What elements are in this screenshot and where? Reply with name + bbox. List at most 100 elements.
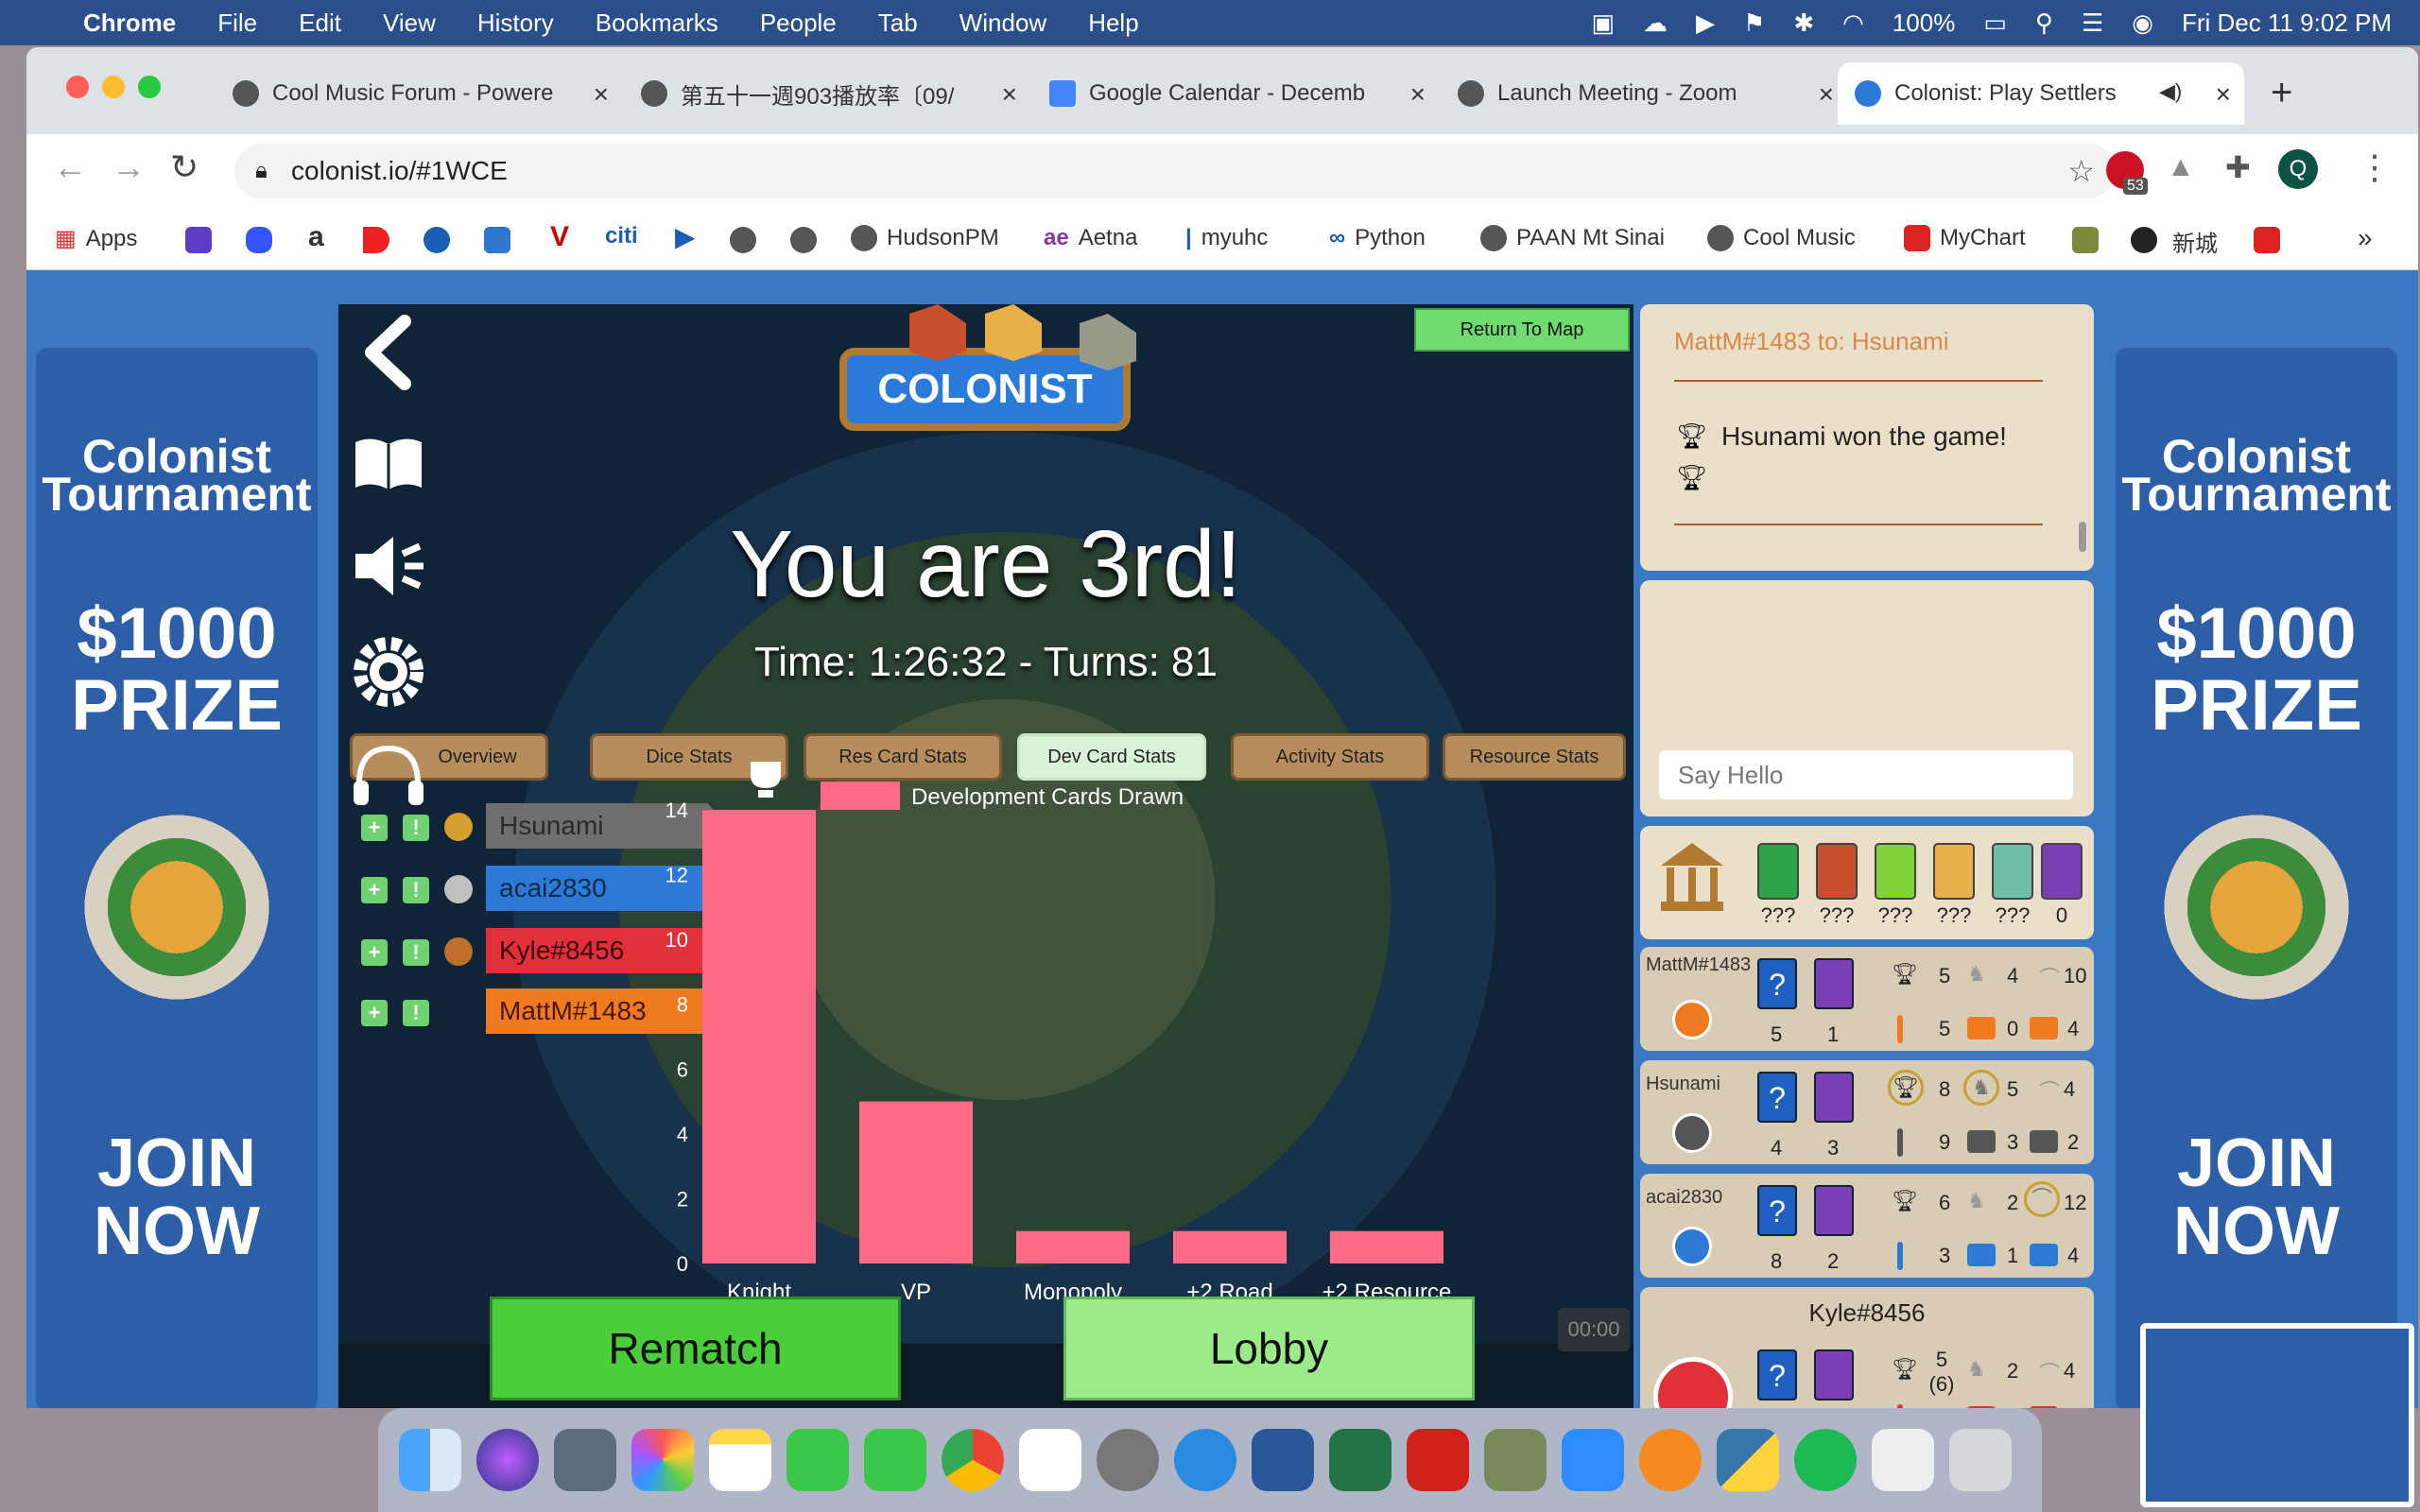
- menu-window[interactable]: Window: [959, 9, 1046, 38]
- play-bookmark-icon[interactable]: ▶: [675, 221, 696, 252]
- photos-icon[interactable]: [631, 1429, 694, 1491]
- v-icon[interactable]: V: [550, 221, 569, 253]
- trash-icon[interactable]: [1949, 1429, 2012, 1491]
- news-bookmark-icon[interactable]: [2254, 227, 2280, 253]
- menu-bookmarks[interactable]: Bookmarks: [596, 9, 718, 38]
- add-icon[interactable]: +: [361, 939, 388, 966]
- alert-icon[interactable]: !: [403, 877, 429, 903]
- lobby-button[interactable]: Lobby: [1063, 1297, 1475, 1400]
- amex-icon[interactable]: [484, 227, 510, 253]
- system-preferences-icon[interactable]: [1097, 1429, 1159, 1491]
- rematch-button[interactable]: Rematch: [490, 1297, 901, 1400]
- app-orange-icon[interactable]: [1639, 1429, 1702, 1491]
- zoom-window-button[interactable]: [138, 76, 161, 98]
- arrow-icon[interactable]: [363, 227, 389, 253]
- cloud-icon[interactable]: ☁: [1643, 9, 1668, 38]
- tab-google-calendar[interactable]: Google Calendar - Decemb ×: [1032, 62, 1439, 125]
- globe-bookmark-icon[interactable]: [790, 227, 817, 253]
- spotify-icon[interactable]: [1794, 1429, 1857, 1491]
- menu-edit[interactable]: Edit: [299, 9, 341, 38]
- settings-gear-icon[interactable]: [348, 631, 429, 713]
- star-icon[interactable]: ☆: [2067, 144, 2095, 198]
- clock[interactable]: Fri Dec 11 9:02 PM: [2182, 9, 2392, 38]
- python-icon[interactable]: [1717, 1429, 1779, 1491]
- left-ad-banner[interactable]: Colonist Tournament $1000 PRIZE JOIN NOW: [36, 348, 318, 1408]
- tab-dev-card-stats[interactable]: Dev Card Stats: [1017, 733, 1206, 781]
- control-center-icon[interactable]: ☰: [2082, 9, 2103, 38]
- speaker-icon[interactable]: [348, 525, 429, 607]
- word-icon[interactable]: [1252, 1429, 1314, 1491]
- tab-activity-stats[interactable]: Activity Stats: [1231, 733, 1429, 781]
- citi-icon[interactable]: citi: [605, 223, 638, 249]
- more-bookmarks-icon[interactable]: »: [2358, 223, 2373, 253]
- menu-people[interactable]: People: [760, 9, 837, 38]
- chat-input[interactable]: Say Hello: [1659, 750, 2073, 799]
- preview-icon[interactable]: [1484, 1429, 1547, 1491]
- reload-icon[interactable]: ↻: [170, 147, 199, 187]
- bookmark-mychart[interactable]: MyChart: [1904, 225, 2026, 251]
- back-arrow-icon[interactable]: [348, 312, 429, 393]
- menu-app-name[interactable]: Chrome: [83, 9, 176, 38]
- avatar[interactable]: [1672, 1000, 1712, 1040]
- avatar[interactable]: [1672, 1227, 1712, 1266]
- tab-colonist[interactable]: Colonist: Play Settlers ◀) ×: [1838, 62, 2244, 125]
- notes-icon[interactable]: [709, 1429, 771, 1491]
- shield-icon[interactable]: [246, 227, 272, 253]
- facetime-icon[interactable]: [786, 1429, 849, 1491]
- menu-file[interactable]: File: [217, 9, 257, 38]
- close-tab-icon[interactable]: ×: [1410, 79, 1426, 110]
- flag-icon[interactable]: ⚑: [1743, 9, 1765, 38]
- tab-resource-stats[interactable]: Resource Stats: [1443, 733, 1626, 781]
- screenshot-thumbnail[interactable]: [2140, 1323, 2414, 1507]
- lock-icon[interactable]: 🔒︎: [255, 144, 268, 198]
- minimize-window-button[interactable]: [102, 76, 125, 98]
- book-icon[interactable]: [348, 421, 429, 503]
- siri-icon[interactable]: ◉: [2132, 9, 2153, 38]
- tab-cool-music[interactable]: Cool Music Forum - Powere ×: [216, 62, 622, 125]
- zoom-icon[interactable]: [1562, 1429, 1624, 1491]
- add-icon[interactable]: +: [361, 1000, 388, 1026]
- reminders-icon[interactable]: [1019, 1429, 1081, 1491]
- extensions-icon[interactable]: ✚: [2225, 149, 2251, 185]
- bookmark-xincheng[interactable]: 新城: [2172, 225, 2218, 258]
- add-icon[interactable]: +: [361, 815, 388, 841]
- menu-view[interactable]: View: [383, 9, 436, 38]
- right-ad-banner[interactable]: Colonist Tournament $1000 PRIZE JOIN NOW: [2116, 348, 2397, 1408]
- play-icon[interactable]: ▶: [1696, 9, 1715, 38]
- alert-icon[interactable]: !: [403, 1000, 429, 1026]
- alert-icon[interactable]: !: [403, 939, 429, 966]
- drive-icon[interactable]: ▲: [2167, 151, 2195, 183]
- close-tab-icon[interactable]: ×: [1819, 79, 1834, 110]
- return-to-map-button[interactable]: Return To Map: [1414, 308, 1630, 352]
- menu-help[interactable]: Help: [1088, 9, 1138, 38]
- chase-icon[interactable]: [424, 227, 450, 253]
- bookmark-myuhc[interactable]: | myuhc: [1185, 225, 1268, 251]
- bookmark-apps[interactable]: ▦ Apps: [55, 225, 137, 252]
- launchpad-icon[interactable]: [554, 1429, 616, 1491]
- tab-zoom[interactable]: Launch Meeting - Zoom ×: [1441, 62, 1847, 125]
- profile-avatar[interactable]: Q: [2278, 149, 2318, 189]
- back-icon[interactable]: ←: [53, 147, 87, 187]
- forward-icon[interactable]: →: [112, 147, 146, 187]
- close-window-button[interactable]: [66, 76, 89, 98]
- avatar[interactable]: [1672, 1113, 1712, 1153]
- new-tab-button[interactable]: +: [2271, 72, 2292, 114]
- avatar[interactable]: [1653, 1357, 1733, 1408]
- menu-tab[interactable]: Tab: [878, 9, 918, 38]
- chrome-icon[interactable]: [942, 1429, 1004, 1491]
- document-icon[interactable]: [1872, 1429, 1934, 1491]
- alert-icon[interactable]: !: [403, 815, 429, 841]
- finder-icon[interactable]: [399, 1429, 461, 1491]
- close-tab-icon[interactable]: ×: [594, 79, 609, 110]
- image-bookmark-icon[interactable]: [2072, 227, 2099, 253]
- speaker-icon[interactable]: ◀): [2159, 79, 2182, 104]
- bookmark-aetna[interactable]: ae Aetna: [1044, 225, 1137, 251]
- tab-903[interactable]: 第五十一週903播放率〔09/ ×: [624, 62, 1030, 125]
- zoom-status-icon[interactable]: ▣: [1591, 9, 1615, 38]
- wifi-icon[interactable]: ◠: [1842, 9, 1864, 38]
- bookmark-cool-music[interactable]: Cool Music: [1707, 225, 1856, 251]
- amazon-icon[interactable]: a: [308, 221, 324, 253]
- quicktime-icon[interactable]: [1174, 1429, 1236, 1491]
- bookmark-hudsonpm[interactable]: HudsonPM: [851, 225, 999, 251]
- tab-res-card-stats[interactable]: Res Card Stats: [804, 733, 1002, 781]
